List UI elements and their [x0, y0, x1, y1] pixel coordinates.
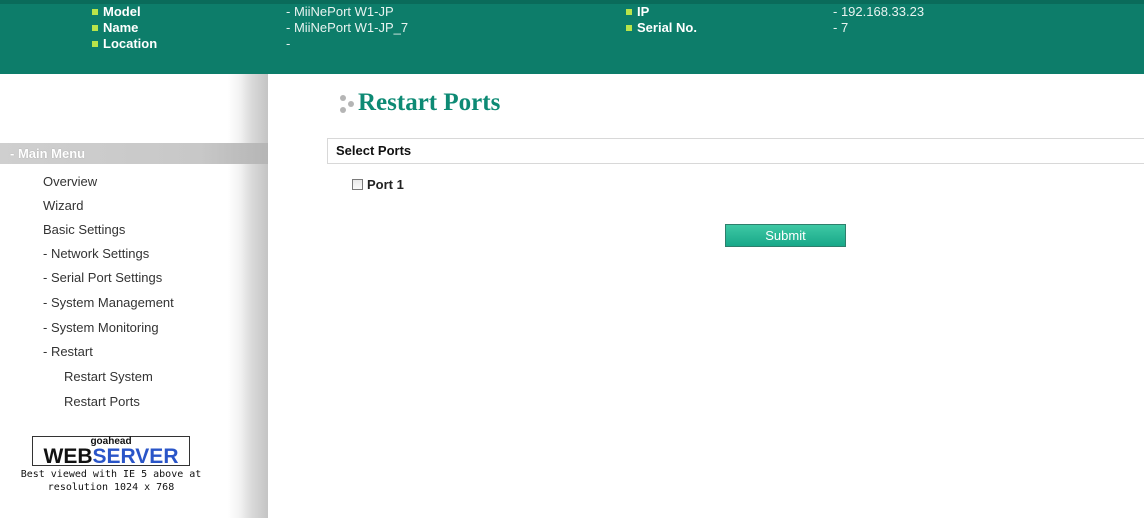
- menu-item-wizard[interactable]: Wizard: [43, 198, 83, 214]
- bullet-icon: [626, 8, 632, 15]
- page-title: Restart Ports: [336, 88, 500, 118]
- serial-value: - 7: [833, 20, 849, 35]
- menu-item-restart[interactable]: - Restart: [43, 344, 93, 360]
- header-row-3: Location -: [0, 36, 1144, 52]
- port-1-option[interactable]: Port 1: [352, 176, 404, 194]
- name-value: - MiiNePort W1-JP_7: [286, 20, 409, 35]
- logo-caption-line-2: resolution 1024 x 768: [47, 482, 175, 493]
- header-row-2: Name - MiiNePort W1-JP_7 Serial No. - 7: [0, 20, 1144, 36]
- goahead-webserver-logo: goahead WEBSERVER Best viewed with IE 5 …: [8, 436, 214, 516]
- ip-label: IP: [626, 4, 649, 20]
- bullet-icon: [92, 24, 98, 31]
- menu-item-system-management[interactable]: - System Management: [43, 295, 174, 311]
- logo-caption-line-1: Best viewed with IE 5 above at: [20, 469, 202, 480]
- model-label: Model: [92, 4, 141, 20]
- port-1-label: Port 1: [367, 177, 404, 192]
- ip-value: - 192.168.33.23: [833, 4, 925, 19]
- submit-button[interactable]: Submit: [725, 224, 846, 247]
- name-label: Name: [92, 20, 138, 36]
- logo-caption: Best viewed with IE 5 above at resolutio…: [8, 468, 214, 494]
- menu-item-serial-port-settings[interactable]: - Serial Port Settings: [43, 270, 162, 286]
- bullet-icon: [626, 24, 632, 31]
- header-row-1: Model - MiiNePort W1-JP IP - 192.168.33.…: [0, 4, 1144, 20]
- menu-item-overview[interactable]: Overview: [43, 174, 97, 190]
- location-value: -: [286, 36, 291, 51]
- menu-item-basic-settings[interactable]: Basic Settings: [43, 222, 125, 238]
- logo-webserver-text: WEBSERVER: [43, 445, 179, 468]
- model-value: - MiiNePort W1-JP: [286, 4, 394, 19]
- menu-item-restart-system[interactable]: Restart System: [64, 369, 153, 385]
- bullet-icon: [92, 40, 98, 47]
- menu-item-restart-ports[interactable]: Restart Ports: [64, 394, 140, 410]
- device-info-header: Model - MiiNePort W1-JP IP - 192.168.33.…: [0, 0, 1144, 74]
- menu-item-network-settings[interactable]: - Network Settings: [43, 246, 149, 262]
- select-ports-section-header: Select Ports: [327, 138, 1144, 164]
- port-1-checkbox[interactable]: [352, 179, 363, 191]
- main-menu-header[interactable]: - Main Menu: [0, 143, 268, 164]
- bullet-icon: [92, 8, 98, 15]
- sidebar: - Main Menu Overview Wizard Basic Settin…: [0, 74, 268, 518]
- title-dots-icon: [336, 92, 356, 116]
- serial-label: Serial No.: [626, 20, 697, 36]
- location-label: Location: [92, 36, 157, 52]
- menu-item-system-monitoring[interactable]: - System Monitoring: [43, 320, 159, 336]
- logo-box: goahead WEBSERVER: [32, 436, 190, 468]
